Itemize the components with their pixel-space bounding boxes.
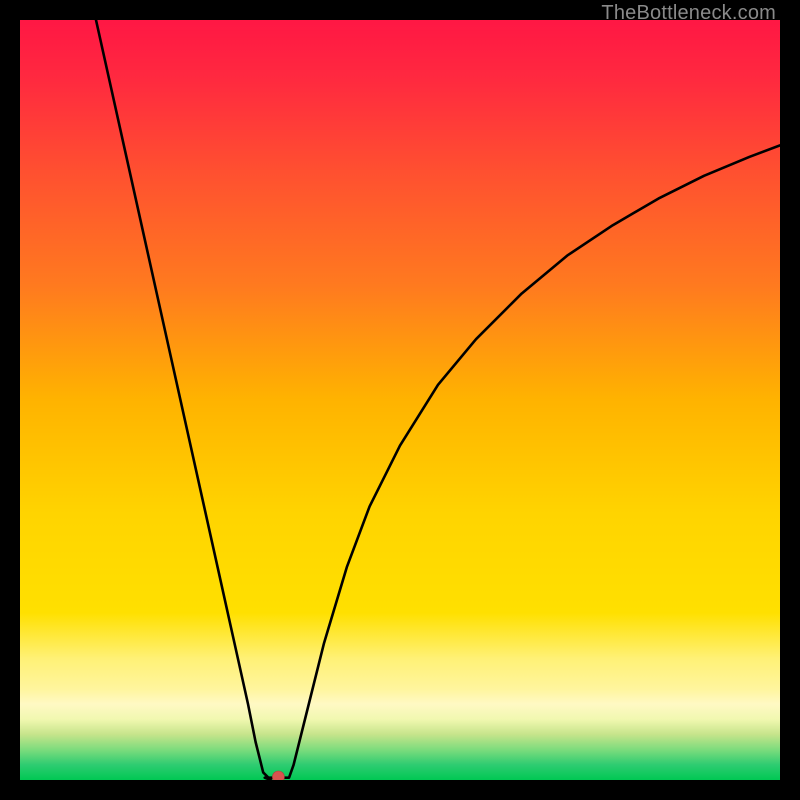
optimal-marker: [272, 771, 284, 780]
chart-svg: [20, 20, 780, 780]
chart-frame: [20, 20, 780, 780]
gradient-background: [20, 20, 780, 780]
watermark-text: TheBottleneck.com: [601, 2, 776, 25]
